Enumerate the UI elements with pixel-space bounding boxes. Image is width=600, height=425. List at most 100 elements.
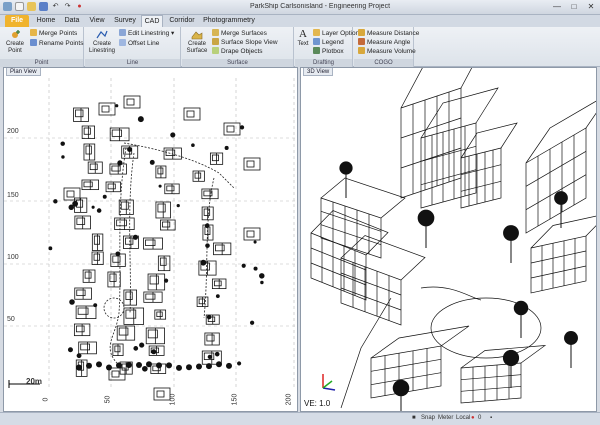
lot-parcel (243, 227, 261, 241)
units-label[interactable]: Meter (438, 415, 453, 421)
measure-distance-button[interactable]: Measure Distance (358, 29, 419, 38)
plan-view-pane[interactable]: Plan View 200 150 100 50 0 50 100 150 20… (3, 67, 298, 412)
measure-angle-button[interactable]: Measure Angle (358, 38, 410, 47)
tree-symbol (206, 314, 212, 320)
record-icon[interactable]: ● (75, 2, 84, 11)
tree-symbol (204, 223, 210, 229)
slope-icon (212, 38, 219, 45)
coordinate-system-label[interactable]: Local (456, 415, 470, 421)
create-point-button[interactable]: Create Point (2, 29, 28, 55)
volume-icon (358, 47, 365, 54)
tree-symbol (53, 199, 58, 204)
tree-symbol (96, 361, 102, 368)
lot-parcel (147, 273, 166, 291)
window-title: ParkShip Carlsonisland - Engineering Pro… (249, 3, 391, 10)
offset-icon (119, 39, 126, 46)
drafting-group: A Text Layer Options Legend Plotbox Draf… (295, 27, 362, 67)
cogo-group: Measure Distance Measure Angle Measure V… (354, 27, 419, 67)
building-wireframe (460, 345, 547, 404)
merge-points-button[interactable]: Merge Points (30, 29, 77, 38)
merge-icon (30, 29, 37, 36)
tree-symbol (106, 364, 112, 371)
lot-parcel (78, 341, 97, 355)
close-button[interactable]: ✕ (585, 2, 597, 12)
lot-parcel (109, 163, 127, 175)
snap-toggle[interactable]: Snap (421, 415, 435, 421)
tab-home[interactable]: Home (33, 15, 59, 27)
merge-surfaces-button[interactable]: Merge Surfaces (212, 29, 267, 38)
lot-parcel (114, 217, 135, 230)
save-icon[interactable] (39, 2, 48, 11)
plan-view-tab[interactable]: Plan View (6, 68, 41, 76)
tree-symbol (214, 351, 220, 357)
undo-icon[interactable]: ↶ (51, 2, 60, 11)
app-icon[interactable] (3, 2, 12, 11)
status-indicator-icon: ▪ (490, 415, 493, 421)
lot-parcel (87, 161, 103, 174)
tree-symbol (136, 361, 142, 368)
lot-parcel (74, 215, 91, 230)
status-value: 0 (478, 415, 482, 421)
tree-symbol (260, 280, 264, 285)
lot-parcel (112, 343, 124, 356)
lot-parcel (148, 345, 165, 356)
create-linestring-button[interactable]: Create Linestring (89, 29, 115, 55)
tree-symbol (151, 349, 157, 355)
create-surface-button[interactable]: Create Surface (184, 29, 210, 55)
title-bar: ↶ ↷ ● ParkShip Carlsonisland - Engineeri… (0, 0, 600, 15)
tree-3d (417, 209, 435, 248)
tree-symbol (205, 243, 210, 248)
rename-points-button[interactable]: Rename Points (30, 39, 83, 48)
tab-data[interactable]: Data (60, 15, 84, 27)
new-icon[interactable] (15, 2, 24, 11)
tree-symbol (116, 362, 122, 369)
road-line (129, 152, 135, 314)
layers-icon (313, 29, 320, 36)
tree-symbol (241, 263, 246, 268)
edit-linestring-button[interactable]: Edit Linestring ▾ (119, 29, 174, 38)
tab-survey[interactable]: Survey (110, 15, 140, 27)
text-button[interactable]: A Text (295, 29, 311, 48)
tree-symbol (48, 246, 53, 251)
cul-de-sac (103, 297, 125, 319)
lot-parcel (105, 181, 121, 193)
maximize-button[interactable]: □ (568, 2, 580, 12)
redo-icon[interactable]: ↷ (63, 2, 72, 11)
surface-slope-view-button[interactable]: Surface Slope View (212, 38, 278, 47)
tab-file[interactable]: File (5, 15, 29, 27)
plotbox-button[interactable]: Plotbox (313, 47, 344, 56)
minimize-button[interactable]: — (551, 2, 563, 12)
lot-parcel (82, 269, 96, 283)
measure-volume-button[interactable]: Measure Volume (358, 47, 416, 56)
3d-view-canvas[interactable] (301, 68, 597, 412)
tree-symbol (60, 141, 65, 146)
tab-photogrammetry[interactable]: Photogrammetry (202, 15, 256, 27)
tree-symbol (93, 303, 98, 308)
tab-view[interactable]: View (85, 15, 109, 27)
road-line (123, 142, 235, 189)
lot-parcel (116, 325, 136, 341)
legend-button[interactable]: Legend (313, 38, 344, 47)
tree-symbol (170, 132, 176, 138)
lot-parcel (98, 102, 116, 116)
offset-line-button[interactable]: Offset Line (119, 39, 159, 48)
lot-parcel (73, 323, 91, 337)
building-wireframe (460, 122, 518, 209)
x-tick-label: 100 (169, 393, 177, 406)
tree-symbol (259, 273, 265, 279)
lot-parcel (243, 157, 261, 171)
building-wireframe (530, 215, 596, 294)
lot-parcel (213, 242, 232, 256)
lot-parcel (155, 165, 167, 179)
plan-view-canvas[interactable] (4, 68, 298, 412)
tab-cad[interactable]: CAD (141, 15, 163, 27)
lot-parcel (211, 278, 227, 290)
snap-icon[interactable]: ■ (412, 415, 416, 421)
3d-view-pane[interactable]: 3D View VE: 1.0 (300, 67, 597, 412)
open-icon[interactable] (27, 2, 36, 11)
legend-icon (313, 38, 320, 45)
tab-corridor[interactable]: Corridor (164, 15, 200, 27)
3d-view-tab[interactable]: 3D View (303, 68, 334, 76)
drape-objects-button[interactable]: Drape Objects (212, 47, 263, 56)
tree-symbol (142, 365, 148, 372)
